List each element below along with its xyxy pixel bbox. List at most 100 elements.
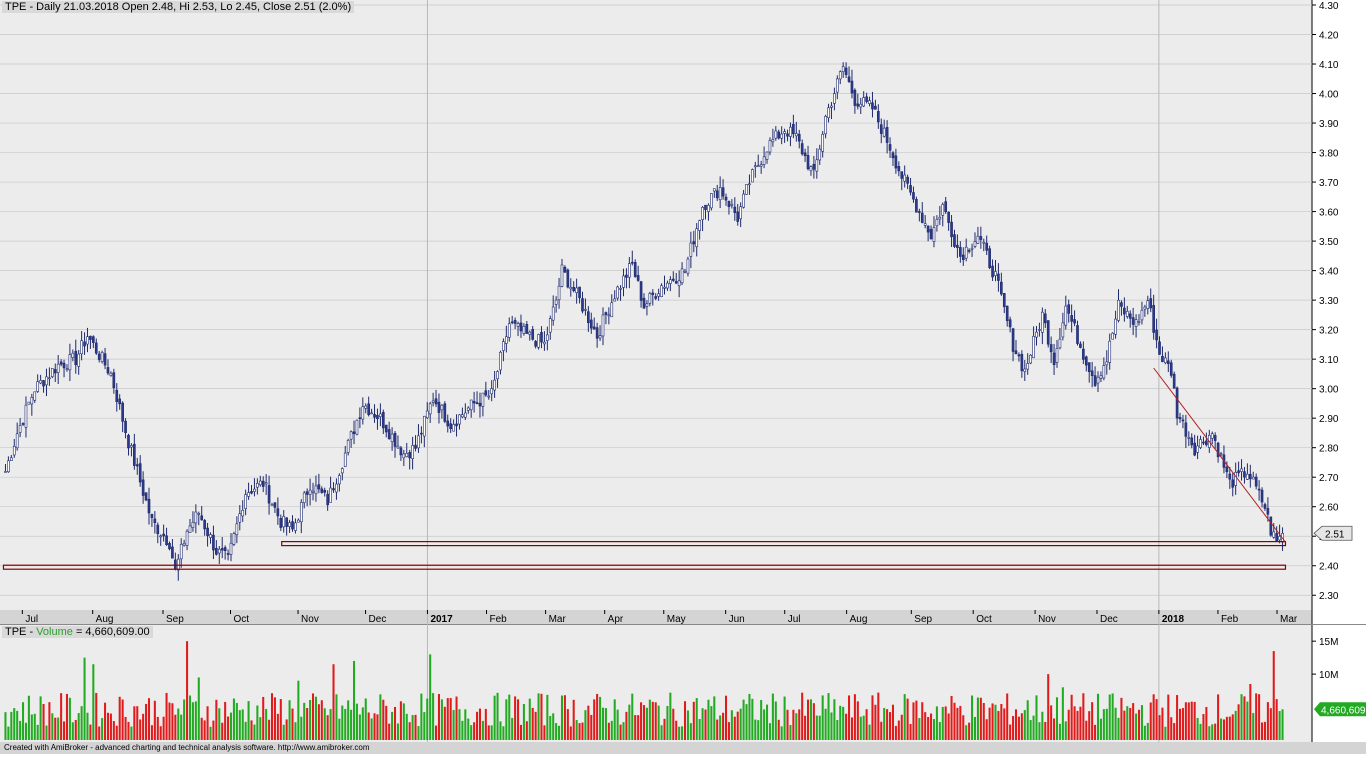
candle-body <box>502 341 505 351</box>
volume-bar <box>262 696 265 740</box>
candle-body <box>1134 319 1138 327</box>
candle-body <box>507 323 511 338</box>
volume-bar <box>669 692 672 740</box>
volume-bar <box>1199 723 1202 740</box>
candle-body <box>581 298 584 312</box>
volume-bar <box>519 724 523 740</box>
volume-bar <box>57 717 60 740</box>
volume-bar <box>352 660 356 740</box>
candle-body <box>1064 305 1068 326</box>
chart-canvas[interactable]: 4.30 4.20 4.10 4.00 3.90 3.80 3.70 3.60 3.50 3.40… <box>0 0 1366 754</box>
volume-bar <box>288 700 291 740</box>
volume-bar <box>683 701 687 740</box>
volume-bar <box>1023 710 1026 740</box>
volume-bar <box>440 699 443 740</box>
volume-bar <box>493 695 496 740</box>
candle-body <box>361 406 365 420</box>
volume-bar <box>194 701 197 740</box>
candle-body <box>560 264 564 287</box>
candle-body <box>294 522 297 531</box>
candle-body <box>1254 476 1258 487</box>
candle-body <box>103 353 107 366</box>
candle-body <box>519 322 523 332</box>
volume-bar <box>268 719 271 740</box>
volume-bar <box>273 697 276 740</box>
candle-body <box>803 152 807 157</box>
candle-body <box>994 271 997 276</box>
volume-bar <box>1263 721 1266 740</box>
volume-bar <box>774 701 777 740</box>
volume-bar <box>1196 717 1199 740</box>
date-tick-label: Oct <box>976 614 992 625</box>
candle-body <box>206 527 209 536</box>
candle-body <box>299 502 303 523</box>
volume-bar <box>361 707 364 740</box>
candle-body <box>247 492 250 497</box>
volume-bar <box>569 726 572 740</box>
volume-bar <box>1202 714 1205 740</box>
candle-body <box>153 518 157 523</box>
volume-bar <box>894 725 897 740</box>
volume-bar <box>203 720 206 740</box>
candle-body <box>554 299 558 305</box>
candle-body <box>1038 329 1041 331</box>
candle-body <box>944 201 948 212</box>
volume-bar <box>218 708 221 740</box>
volume-bar <box>552 713 555 740</box>
volume-bar <box>549 715 552 740</box>
symbol-label: TPE <box>5 1 27 13</box>
volume-bar <box>853 694 856 740</box>
volume-bar <box>713 696 716 740</box>
date-tick-label: Dec <box>369 614 387 625</box>
volume-bar <box>760 700 763 740</box>
price-tick-label: 2.90 <box>1319 414 1339 425</box>
volume-bar <box>1076 710 1079 740</box>
volume-bar <box>695 698 698 740</box>
candle-body <box>355 419 359 435</box>
volume-bar <box>517 699 520 740</box>
volume-bar <box>276 713 279 740</box>
candle-body <box>1120 302 1123 307</box>
volume-bar <box>1272 651 1275 740</box>
volume-bar <box>1208 726 1211 740</box>
volume-bar <box>16 710 19 740</box>
volume-bar <box>329 709 332 740</box>
candle-body <box>1131 317 1135 325</box>
candle-body <box>1079 343 1082 348</box>
volume-bar <box>153 700 156 740</box>
candle-body <box>630 261 634 264</box>
candle-body <box>1128 313 1132 319</box>
candle-body <box>1102 365 1106 379</box>
volume-bar <box>118 696 121 740</box>
volume-bar <box>358 714 361 740</box>
candle-body <box>56 363 60 373</box>
price-tick-label: 3.40 <box>1319 267 1339 278</box>
price-tick-label: 4.30 <box>1319 1 1339 12</box>
volume-bar <box>842 706 845 740</box>
volume-bar <box>382 699 385 740</box>
volume-bar <box>470 725 473 740</box>
volume-bar <box>197 677 200 740</box>
candle-body <box>343 452 347 467</box>
volume-bar <box>244 721 247 740</box>
candle-body <box>411 445 414 459</box>
volume-bar <box>560 695 564 740</box>
volume-bar <box>733 716 736 740</box>
candle-body <box>1087 362 1091 373</box>
volume-bar <box>836 720 839 740</box>
candle-body <box>1213 435 1217 441</box>
candle-body <box>188 525 192 533</box>
volume-bar <box>446 698 449 740</box>
candle-body <box>601 314 605 337</box>
candle-body <box>162 533 165 537</box>
candle-body <box>525 324 529 334</box>
volume-bar <box>830 712 833 740</box>
candle-body <box>1111 332 1114 340</box>
volume-bar <box>1108 694 1111 740</box>
volume-bar <box>719 715 722 740</box>
candle-body <box>21 423 25 425</box>
volume-bar <box>1102 709 1105 740</box>
candle-body <box>528 331 532 335</box>
candle-body <box>660 285 663 297</box>
candle-body <box>882 127 886 137</box>
